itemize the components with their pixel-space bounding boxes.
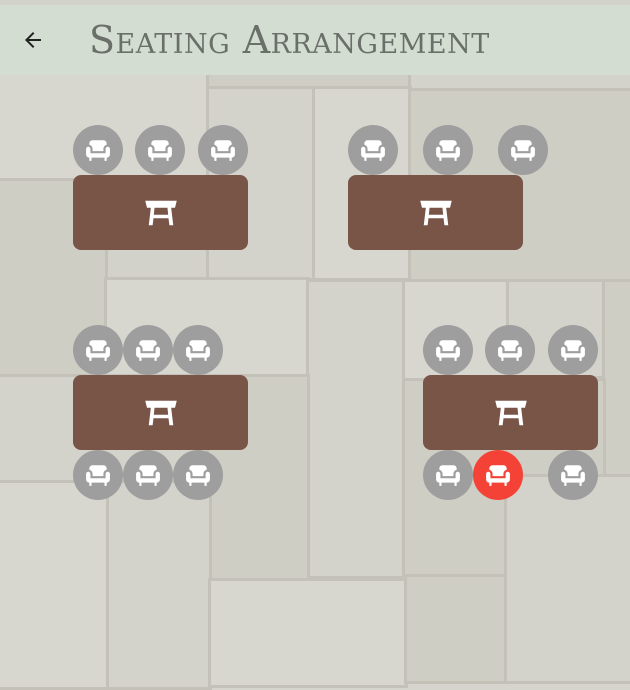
- chair-icon: [436, 465, 460, 486]
- chair-icon: [211, 140, 235, 161]
- chair[interactable]: [135, 125, 185, 175]
- app-bar: Seating Arrangement: [0, 5, 630, 75]
- chair-icon: [361, 140, 385, 161]
- table: [73, 175, 248, 250]
- table-icon: [144, 200, 177, 225]
- chair[interactable]: [348, 125, 398, 175]
- chair[interactable]: [198, 125, 248, 175]
- chair[interactable]: [498, 125, 548, 175]
- chair[interactable]: [123, 450, 173, 500]
- chair-icon: [436, 140, 460, 161]
- table: [423, 375, 598, 450]
- chair-icon: [186, 465, 210, 486]
- page-title: Seating Arrangement: [89, 18, 490, 62]
- chair[interactable]: [423, 450, 473, 500]
- chair[interactable]: [423, 125, 473, 175]
- chair-icon: [136, 340, 160, 361]
- table: [73, 375, 248, 450]
- chair[interactable]: [73, 325, 123, 375]
- table-icon: [144, 400, 177, 425]
- chair-icon: [436, 340, 460, 361]
- chair-icon: [136, 465, 160, 486]
- arrow-left-icon: [25, 32, 41, 48]
- chair-icon: [86, 465, 110, 486]
- table-icon: [494, 400, 527, 425]
- chair-icon: [148, 140, 172, 161]
- chair-icon: [561, 340, 585, 361]
- table-icon: [419, 200, 452, 225]
- chair[interactable]: [73, 125, 123, 175]
- chair-icon: [186, 340, 210, 361]
- chair[interactable]: [73, 450, 123, 500]
- back-button[interactable]: [5, 12, 61, 68]
- chair[interactable]: [548, 325, 598, 375]
- chair[interactable]: [423, 325, 473, 375]
- chair[interactable]: [173, 325, 223, 375]
- chair-icon: [486, 465, 510, 486]
- chair-icon: [561, 465, 585, 486]
- chair-icon: [86, 340, 110, 361]
- chair-icon: [86, 140, 110, 161]
- chair[interactable]: [473, 450, 523, 500]
- table: [348, 175, 523, 250]
- chair[interactable]: [485, 325, 535, 375]
- chair[interactable]: [173, 450, 223, 500]
- chair[interactable]: [548, 450, 598, 500]
- chair-icon: [498, 340, 522, 361]
- chair-icon: [511, 140, 535, 161]
- chair[interactable]: [123, 325, 173, 375]
